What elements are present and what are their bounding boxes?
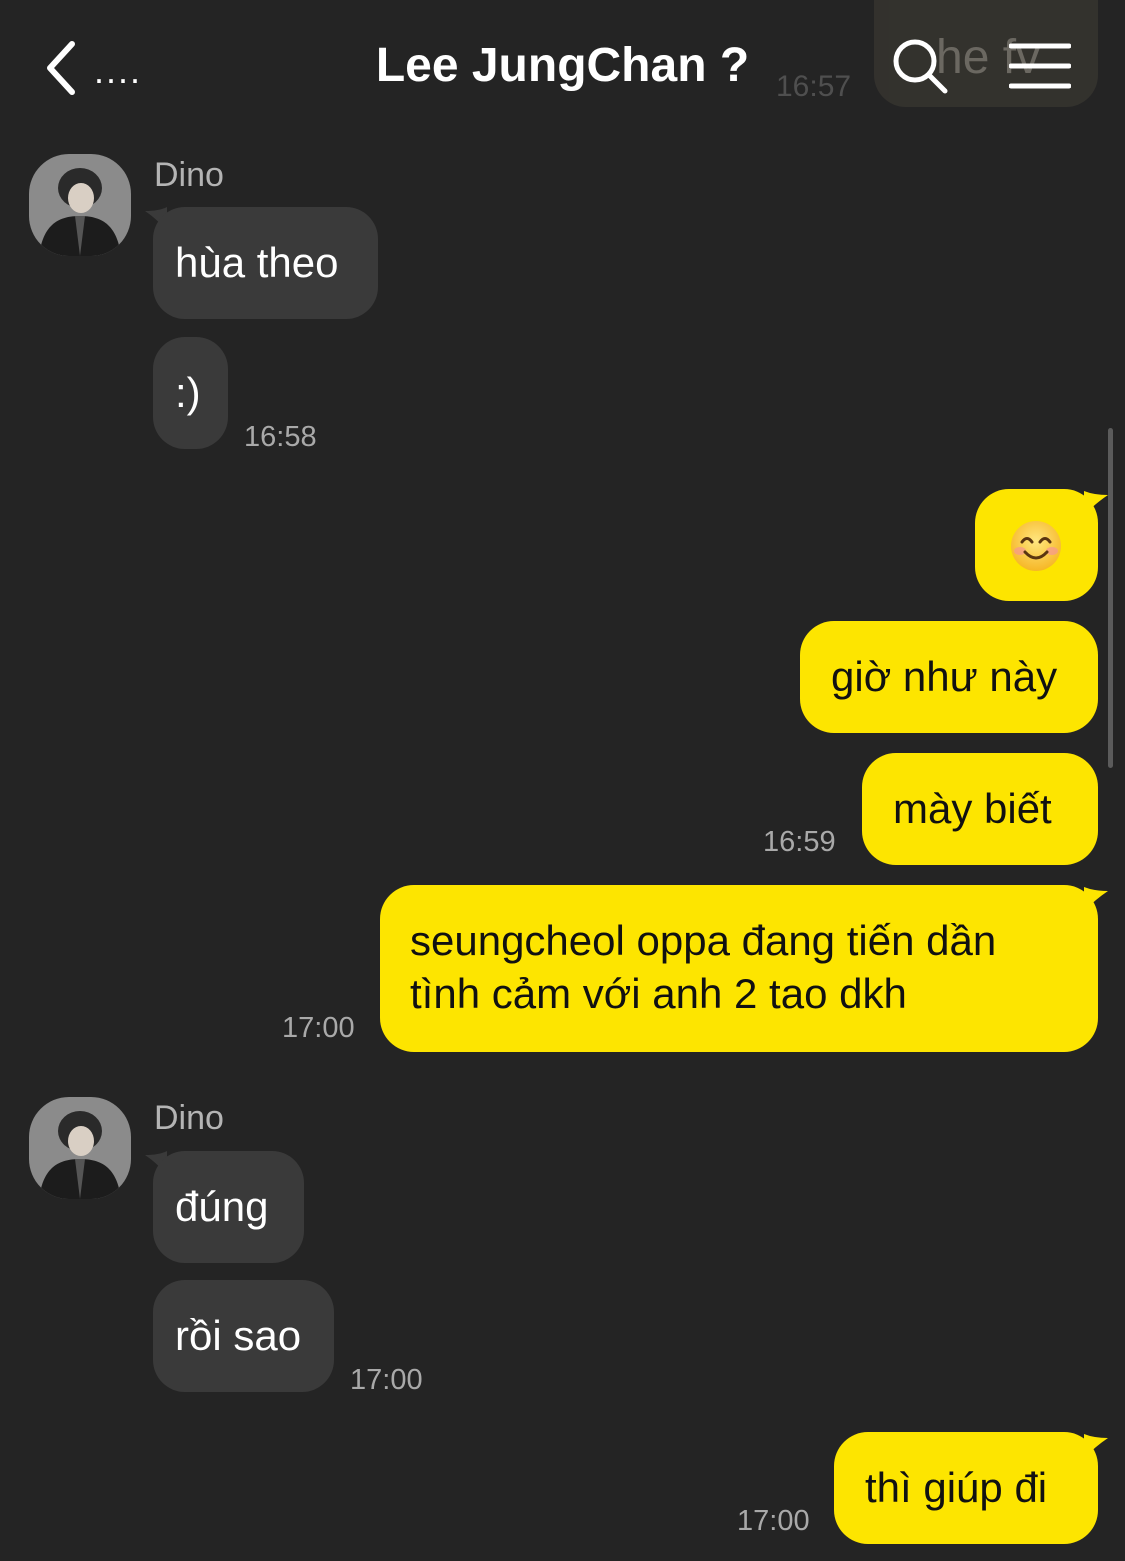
scrollbar[interactable] [1108,428,1113,768]
sender-name: Dino [154,156,224,194]
timestamp: 17:00 [737,1505,810,1537]
message-bubble[interactable]: hùa theo [153,207,378,319]
avatar-photo [29,154,131,256]
message-bubble[interactable]: đúng [153,1151,304,1263]
message-bubble[interactable]: seungcheol oppa đang tiến dần tình cảm v… [380,885,1098,1052]
message-text-line: seungcheol oppa đang tiến dần [410,917,997,964]
search-icon [893,39,948,94]
chat-title: Lee JungChan ? [375,39,750,92]
chat-header: 16:57 he fv .... Lee JungChan ? [0,0,1125,130]
timestamp: 17:00 [282,1012,355,1044]
timestamp: 17:00 [350,1364,423,1396]
message-text: giờ như này [831,653,1058,700]
message-bubble[interactable]: giờ như này [800,621,1098,733]
message-text: đúng [175,1183,269,1230]
message-text: :) [175,369,201,416]
message-bubble[interactable]: thì giúp đi [834,1432,1098,1544]
message-text: thì giúp đi [865,1464,1048,1511]
chat-screen: 16:57 he fv .... Lee JungChan ? Dino hùa… [0,0,1125,1561]
avatar-photo [29,1097,131,1199]
message-text: mày biết [893,785,1052,832]
menu-button[interactable] [1008,34,1072,98]
timestamp: 16:59 [763,826,836,858]
avatar[interactable] [29,154,131,256]
smiling-face-emoji [1011,521,1061,571]
message-bubble[interactable]: :) [153,337,228,449]
message-bubble[interactable]: rồi sao [153,1280,334,1392]
message-text: rồi sao [175,1312,302,1359]
message-bubble[interactable] [975,489,1098,601]
message-text: hùa theo [175,239,339,286]
search-button[interactable] [888,34,952,98]
sender-name: Dino [154,1099,224,1137]
hamburger-menu-icon [1009,43,1071,89]
message-text-line: tình cảm với anh 2 tao dkh [410,970,907,1017]
message-bubble[interactable]: mày biết [862,753,1098,865]
avatar[interactable] [29,1097,131,1199]
timestamp: 16:58 [244,421,317,453]
